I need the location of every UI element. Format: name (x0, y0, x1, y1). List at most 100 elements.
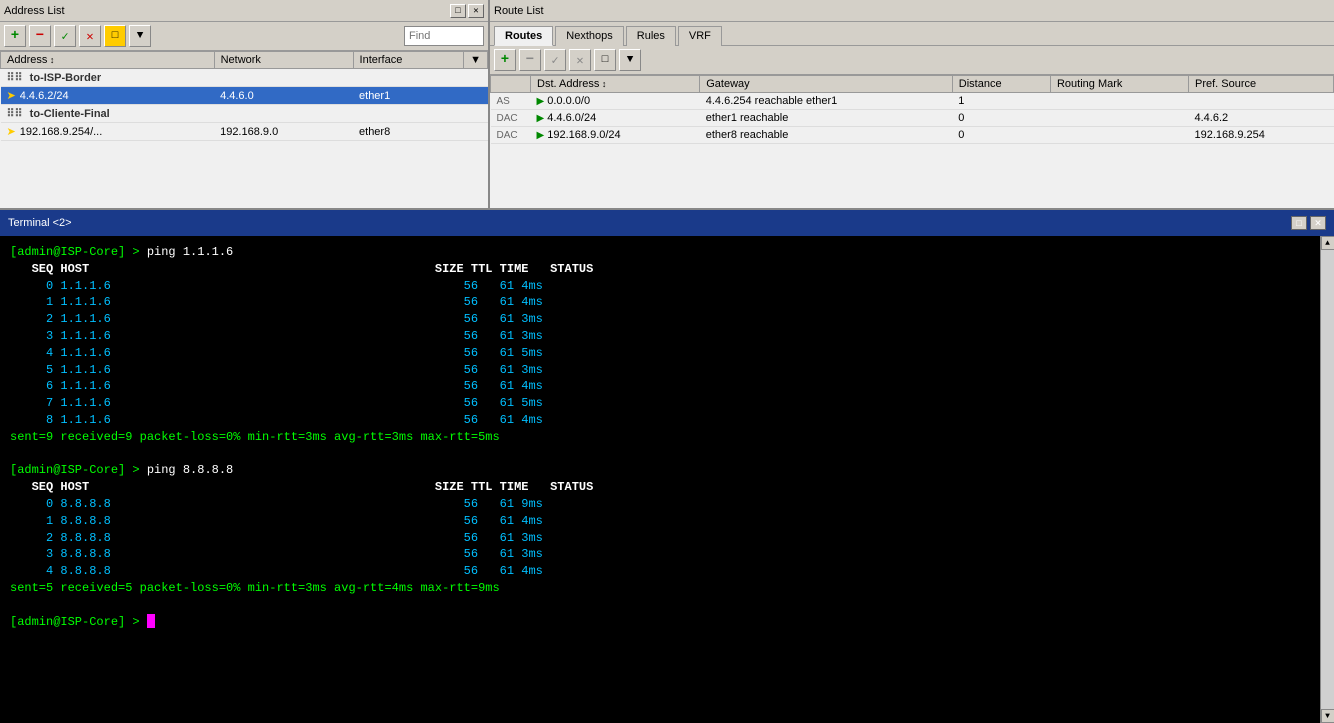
routing-mark-col-header[interactable]: Routing Mark (1050, 76, 1188, 93)
network-col-header[interactable]: Network (214, 52, 353, 69)
ping2-row-4: 4 8.8.8.8 56 61 4ms (10, 563, 1310, 580)
route-row-1[interactable]: AS ▶ 0.0.0.0/0 4.4.6.254 reachable ether… (491, 93, 1334, 110)
ping1-row-2: 2 1.1.1.6 56 61 3ms (10, 311, 1310, 328)
ping1-row-5: 5 1.1.1.6 56 61 3ms (10, 362, 1310, 379)
distance-col-header[interactable]: Distance (952, 76, 1050, 93)
bottom-panel: Terminal <2> □ ✕ [admin@ISP-Core] > ping… (0, 210, 1334, 723)
final-prompt: [admin@ISP-Core] > (10, 615, 147, 629)
scroll-up-btn[interactable]: ▲ (1321, 236, 1334, 250)
disable-route-btn[interactable]: ✕ (569, 49, 591, 71)
route-mark-3 (1050, 127, 1188, 144)
remove-route-btn[interactable]: − (519, 49, 541, 71)
ping1-header: SEQ HOST SIZE TTL TIME STATUS (10, 261, 1310, 278)
scroll-down-btn[interactable]: ▼ (1321, 709, 1334, 723)
route-row-3[interactable]: DAC ▶ 192.168.9.0/24 ether8 reachable 0 … (491, 127, 1334, 144)
enable-address-btn[interactable]: ✓ (54, 25, 76, 47)
address-table-container: Address Network Interface ▼ ⠿⠿ to-ISP-Bo… (0, 51, 488, 208)
terminal-body: [admin@ISP-Core] > ping 1.1.1.6 SEQ HOST… (0, 236, 1334, 723)
tab-rules[interactable]: Rules (626, 26, 676, 46)
copy-route-btn[interactable]: □ (594, 49, 616, 71)
ping1-summary-line: sent=9 received=9 packet-loss=0% min-rtt… (10, 429, 1310, 446)
address-search-input[interactable] (404, 26, 484, 46)
dropdown-col-header[interactable]: ▼ (464, 52, 488, 69)
terminal-close-btn[interactable]: ✕ (1310, 216, 1326, 230)
route-row-2[interactable]: DAC ▶ 4.4.6.0/24 ether1 reachable 0 4.4.… (491, 110, 1334, 127)
dst-col-header[interactable]: Dst. Address (531, 76, 700, 93)
route-dst-2: ▶ 4.4.6.0/24 (531, 110, 700, 127)
ping1-col-header: SEQ HOST SIZE TTL TIME STATUS (10, 262, 593, 276)
route-prefsrc-3: 192.168.9.254 (1189, 127, 1334, 144)
disable-address-btn[interactable]: ✕ (79, 25, 101, 47)
interface-cell-2: ether8 (353, 123, 464, 141)
route-type-3: DAC (491, 127, 531, 144)
address-list-panel: Address List □ ✕ + − ✓ ✕ □ ▼ Address Net… (0, 0, 490, 208)
route-table-container: Dst. Address Gateway Distance Routing Ma… (490, 75, 1334, 208)
ping1-data-2: 2 1.1.1.6 56 61 3ms (10, 312, 543, 326)
address-row-1[interactable]: ➤4.4.6.2/24 4.4.6.0 ether1 (1, 87, 488, 105)
route-gateway-3: ether8 reachable (700, 127, 953, 144)
address-cell-2: ➤192.168.9.254/... (1, 123, 215, 141)
extra-cell-2 (464, 123, 488, 141)
group-icon: ⠿⠿ (7, 72, 23, 84)
ping1-prompt-line: [admin@ISP-Core] > ping 1.1.1.6 (10, 244, 1310, 261)
type-col-header (491, 76, 531, 93)
address-list-toolbar: + − ✓ ✕ □ ▼ (0, 22, 488, 51)
address-list-title: Address List (4, 5, 65, 17)
terminal-scrollbar: ▲ ▼ (1320, 236, 1334, 723)
ping1-row-4: 4 1.1.1.6 56 61 5ms (10, 345, 1310, 362)
ping2-data-4: 4 8.8.8.8 56 61 4ms (10, 564, 543, 578)
route-prefsrc-2: 4.4.6.2 (1189, 110, 1334, 127)
tab-nexthops[interactable]: Nexthops (555, 26, 623, 46)
route-dst-3: ▶ 192.168.9.0/24 (531, 127, 700, 144)
route-list-title: Route List (494, 5, 544, 17)
extra-cell-1 (464, 87, 488, 105)
ping2-prompt: [admin@ISP-Core] > (10, 463, 147, 477)
terminal-content[interactable]: [admin@ISP-Core] > ping 1.1.1.6 SEQ HOST… (0, 236, 1320, 723)
ping1-row-1: 1 1.1.1.6 56 61 4ms (10, 294, 1310, 311)
ping2-data-3: 3 8.8.8.8 56 61 3ms (10, 547, 543, 561)
terminal-title-bar: Terminal <2> □ ✕ (0, 210, 1334, 236)
ping2-data-0: 0 8.8.8.8 56 61 9ms (10, 497, 543, 511)
ping1-data-6: 6 1.1.1.6 56 61 4ms (10, 379, 543, 393)
route-type-2: DAC (491, 110, 531, 127)
route-toolbar: + − ✓ ✕ □ ▼ (490, 46, 1334, 75)
pref-source-col-header[interactable]: Pref. Source (1189, 76, 1334, 93)
interface-cell-1: ether1 (353, 87, 464, 105)
address-table: Address Network Interface ▼ ⠿⠿ to-ISP-Bo… (0, 51, 488, 141)
group-row-cliente-final[interactable]: ⠿⠿ to-Cliente-Final (1, 105, 488, 123)
group-row-isp-border[interactable]: ⠿⠿ to-ISP-Border (1, 69, 488, 87)
copy-address-btn[interactable]: □ (104, 25, 126, 47)
ping1-data-7: 7 1.1.1.6 56 61 5ms (10, 396, 543, 410)
ping1-data-3: 3 1.1.1.6 56 61 3ms (10, 329, 543, 343)
route-type-1: AS (491, 93, 531, 110)
terminal-panel: Terminal <2> □ ✕ [admin@ISP-Core] > ping… (0, 210, 1334, 723)
ping1-row-3: 3 1.1.1.6 56 61 3ms (10, 328, 1310, 345)
address-row-2[interactable]: ➤192.168.9.254/... 192.168.9.0 ether8 (1, 123, 488, 141)
gateway-col-header[interactable]: Gateway (700, 76, 953, 93)
interface-col-header[interactable]: Interface (353, 52, 464, 69)
add-route-btn[interactable]: + (494, 49, 516, 71)
ping2-command: ping 8.8.8.8 (147, 463, 233, 477)
address-list-close-btn[interactable]: ✕ (468, 4, 484, 18)
enable-route-btn[interactable]: ✓ (544, 49, 566, 71)
add-address-btn[interactable]: + (4, 25, 26, 47)
scroll-track[interactable] (1321, 250, 1334, 709)
filter-route-btn[interactable]: ▼ (619, 49, 641, 71)
route-list-panel: Route List Routes Nexthops Rules VRF + −… (490, 0, 1334, 208)
terminal-restore-btn[interactable]: □ (1291, 216, 1307, 230)
address-arrow-icon-1: ➤ (7, 90, 16, 102)
terminal-controls: □ ✕ (1291, 216, 1326, 230)
tab-vrf[interactable]: VRF (678, 26, 722, 46)
ping2-row-1: 1 8.8.8.8 56 61 4ms (10, 513, 1310, 530)
network-cell-1: 4.4.6.0 (214, 87, 353, 105)
ping2-data-2: 2 8.8.8.8 56 61 3ms (10, 531, 543, 545)
remove-address-btn[interactable]: − (29, 25, 51, 47)
tab-routes[interactable]: Routes (494, 26, 553, 46)
filter-address-btn[interactable]: ▼ (129, 25, 151, 47)
address-list-restore-btn[interactable]: □ (450, 4, 466, 18)
address-col-header[interactable]: Address (1, 52, 215, 69)
ping2-row-2: 2 8.8.8.8 56 61 3ms (10, 530, 1310, 547)
route-gateway-2: ether1 reachable (700, 110, 953, 127)
ping2-row-3: 3 8.8.8.8 56 61 3ms (10, 546, 1310, 563)
ping1-data-0: 0 1.1.1.6 56 61 4ms (10, 279, 543, 293)
